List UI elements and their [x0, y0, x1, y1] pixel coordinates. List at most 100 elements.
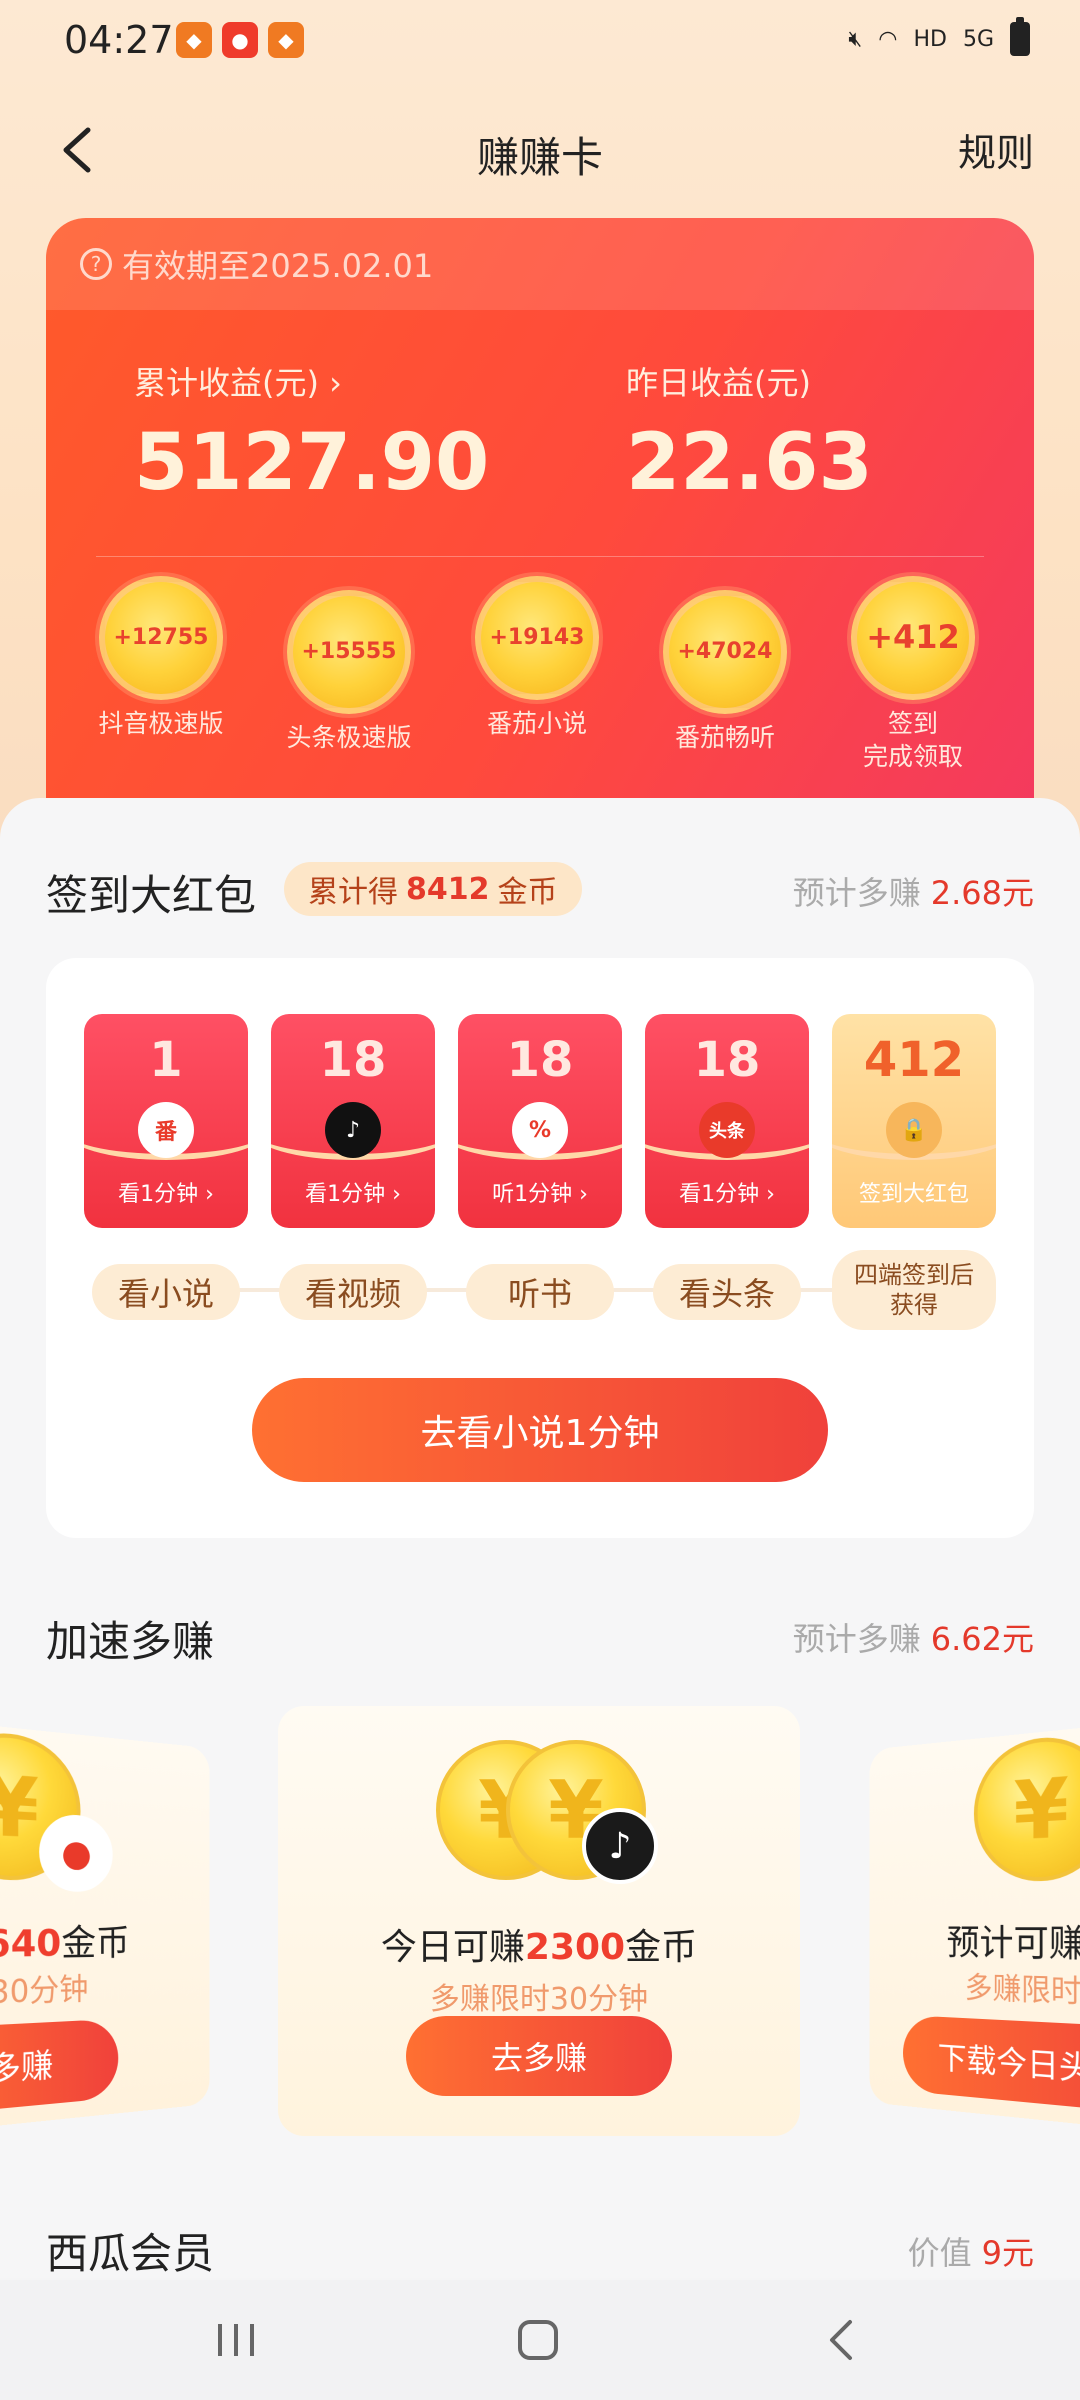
recent-apps-icon[interactable]	[206, 2310, 266, 2370]
main-card-sub: 多赚限时30分钟	[429, 1982, 649, 2017]
gold-red-packet[interactable]: 412 🔒 签到大红包	[832, 1014, 996, 1228]
chevron-right-icon: ›	[329, 364, 342, 402]
packet-action: 看1分钟 ›	[679, 1182, 775, 1207]
task-text-line1: 四端签到后	[854, 1261, 974, 1289]
read-novel-button[interactable]: 去看小说1分钟	[252, 1378, 828, 1482]
checkin-card: 1 番 看1分钟 › 18 ♪ 看1分钟 › 18 % 听1分钟 › 18 头条…	[46, 958, 1034, 1538]
yesterday-earnings: 昨日收益(元) 22.63	[626, 358, 873, 508]
validity-text: 有效期至2025.02.01	[122, 247, 434, 285]
coin-checkin[interactable]: +412 签到 完成领取	[828, 576, 998, 773]
download-toutiao-button[interactable]: 下载今日头	[902, 2014, 1080, 2117]
estimate-label: 预计多赚	[792, 874, 921, 912]
back-icon[interactable]	[812, 2310, 872, 2370]
packet-value: 18	[506, 1032, 574, 1088]
task-listen-book[interactable]: 听书	[466, 1264, 614, 1320]
task-text-line2: 获得	[890, 1291, 938, 1319]
packet-value: 18	[693, 1032, 761, 1088]
tomato-app-icon: ●	[222, 22, 258, 58]
main-card-amount: 今日可赚2300金币	[278, 1918, 800, 1970]
coin-label: 头条极速版	[286, 723, 412, 752]
coin-icon: ¥	[973, 1730, 1080, 1883]
badge-suffix: 金币	[497, 875, 558, 910]
left-amount: 2640	[0, 1922, 62, 1967]
coin-amount: +15555	[287, 590, 411, 714]
coin-label: 签到	[887, 709, 938, 738]
cumulative-badge: 累计得 8412 金币	[284, 862, 582, 916]
coin-amount: +47024	[663, 590, 787, 714]
left-unit: 金币	[61, 1922, 130, 1965]
task-read-toutiao[interactable]: 看头条	[653, 1264, 801, 1320]
signal-label: 5G	[962, 26, 994, 52]
status-bar: 04:27 ◆ ● ◆ 🔇︎ ◠ HD 5G	[0, 0, 1080, 84]
red-packet[interactable]: 18 头条 看1分钟 ›	[645, 1014, 809, 1228]
home-icon[interactable]	[508, 2310, 568, 2370]
badge-value: 8412	[406, 871, 490, 907]
main-prefix: 今日可赚	[380, 1927, 525, 1968]
total-earnings-label: 累计收益(元)	[134, 364, 319, 402]
system-nav-bar	[0, 2280, 1080, 2400]
rules-link[interactable]: 规则	[958, 122, 1034, 177]
earn-card-left[interactable]: ¥ ● 2640金币 时30分钟 多赚	[0, 1722, 210, 2130]
accelerate-estimate: 预计多赚 6.62元	[793, 1614, 1034, 1660]
toutiao-icon: 头条	[699, 1102, 755, 1158]
packet-action: 看1分钟 ›	[305, 1182, 401, 1207]
page-title: 赚赚卡	[476, 133, 603, 182]
coin-amount: +12755	[99, 576, 223, 700]
estimate-value: 6.62元	[930, 1620, 1034, 1658]
red-packet[interactable]: 18 % 听1分钟 ›	[458, 1014, 622, 1228]
status-indicators: 🔇︎ ◠ HD 5G	[848, 17, 1030, 56]
coin-label-2: 完成领取	[862, 741, 963, 771]
notification-icon: ◆	[176, 22, 212, 58]
task-read-novel[interactable]: 看小说	[92, 1264, 240, 1320]
red-packet[interactable]: 1 番 看1分钟 ›	[84, 1014, 248, 1228]
coin-tomato-novel[interactable]: +19143 番茄小说	[452, 576, 622, 741]
coin-tomato-listen[interactable]: +47024 番茄畅听	[640, 590, 810, 755]
badge-prefix: 累计得	[308, 875, 398, 910]
vip-value-amount: 9元	[981, 2234, 1034, 2272]
coin-douyin-lite[interactable]: +12755 抖音极速版	[76, 576, 246, 741]
accelerate-title: 加速多赚	[46, 1617, 215, 1666]
task-four-checkin: 四端签到后 获得	[832, 1250, 996, 1330]
right-card-sub: 多赚限时	[964, 1971, 1080, 2011]
coin-label: 抖音极速版	[98, 709, 224, 738]
question-icon[interactable]: ?	[80, 248, 112, 280]
task-watch-video[interactable]: 看视频	[279, 1264, 427, 1320]
yesterday-earnings-label: 昨日收益(元)	[626, 364, 811, 402]
left-earn-button[interactable]: 多赚	[0, 2018, 119, 2117]
packet-action: 听1分钟 ›	[492, 1182, 588, 1207]
coin-toutiao-lite[interactable]: +15555 头条极速版	[264, 590, 434, 755]
vip-value-label: 价值	[907, 2234, 972, 2272]
content-sheet: 签到大红包 累计得 8412 金币 预计多赚 2.68元 1 番 看1分钟 › 1…	[0, 798, 1080, 2278]
go-earn-button[interactable]: 去多赚	[406, 2016, 672, 2096]
estimate-value: 2.68元	[930, 874, 1034, 912]
wifi-icon: ◠	[878, 26, 898, 52]
packet-value: 412	[863, 1032, 965, 1088]
earn-card-douyin: ¥ ¥ ♪ 今日可赚2300金币 多赚限时30分钟 去多赚	[278, 1706, 800, 2136]
coin-label: 番茄小说	[486, 709, 587, 738]
status-time: 04:27	[64, 18, 174, 62]
tomato-novel-icon: ●	[39, 1812, 113, 1893]
vip-title: 西瓜会员	[46, 2229, 215, 2278]
validity-row: ? 有效期至2025.02.01	[46, 218, 1034, 310]
tomato-listen-icon: %	[512, 1102, 568, 1158]
network-label: HD	[913, 26, 947, 52]
left-card-sub: 时30分钟	[0, 1972, 89, 2013]
packet-value: 1	[149, 1032, 183, 1088]
tomato-novel-icon: 番	[138, 1102, 194, 1158]
douyin-icon: ♪	[325, 1102, 381, 1158]
main-unit: 金币	[625, 1927, 698, 1968]
total-earnings-value: 5127.90	[134, 418, 490, 508]
earnings-card: ? 有效期至2025.02.01 累计收益(元) › 5127.90 昨日收益(…	[46, 218, 1034, 818]
douyin-icon: ♪	[582, 1808, 658, 1884]
status-app-icons: ◆ ● ◆	[176, 22, 304, 58]
red-packet[interactable]: 18 ♪ 看1分钟 ›	[271, 1014, 435, 1228]
estimate-label: 预计多赚	[792, 1620, 921, 1658]
divider	[96, 556, 984, 557]
battery-icon	[1010, 17, 1030, 56]
earn-card-right[interactable]: ¥ 预计可赚 多赚限时 下载今日头	[869, 1720, 1080, 2132]
coin-amount: +412	[851, 576, 975, 700]
checkin-estimate: 预计多赚 2.68元	[793, 868, 1034, 914]
lock-icon: 🔒	[886, 1102, 942, 1158]
packet-action: 看1分钟 ›	[118, 1182, 214, 1207]
total-earnings[interactable]: 累计收益(元) › 5127.90	[134, 358, 489, 508]
